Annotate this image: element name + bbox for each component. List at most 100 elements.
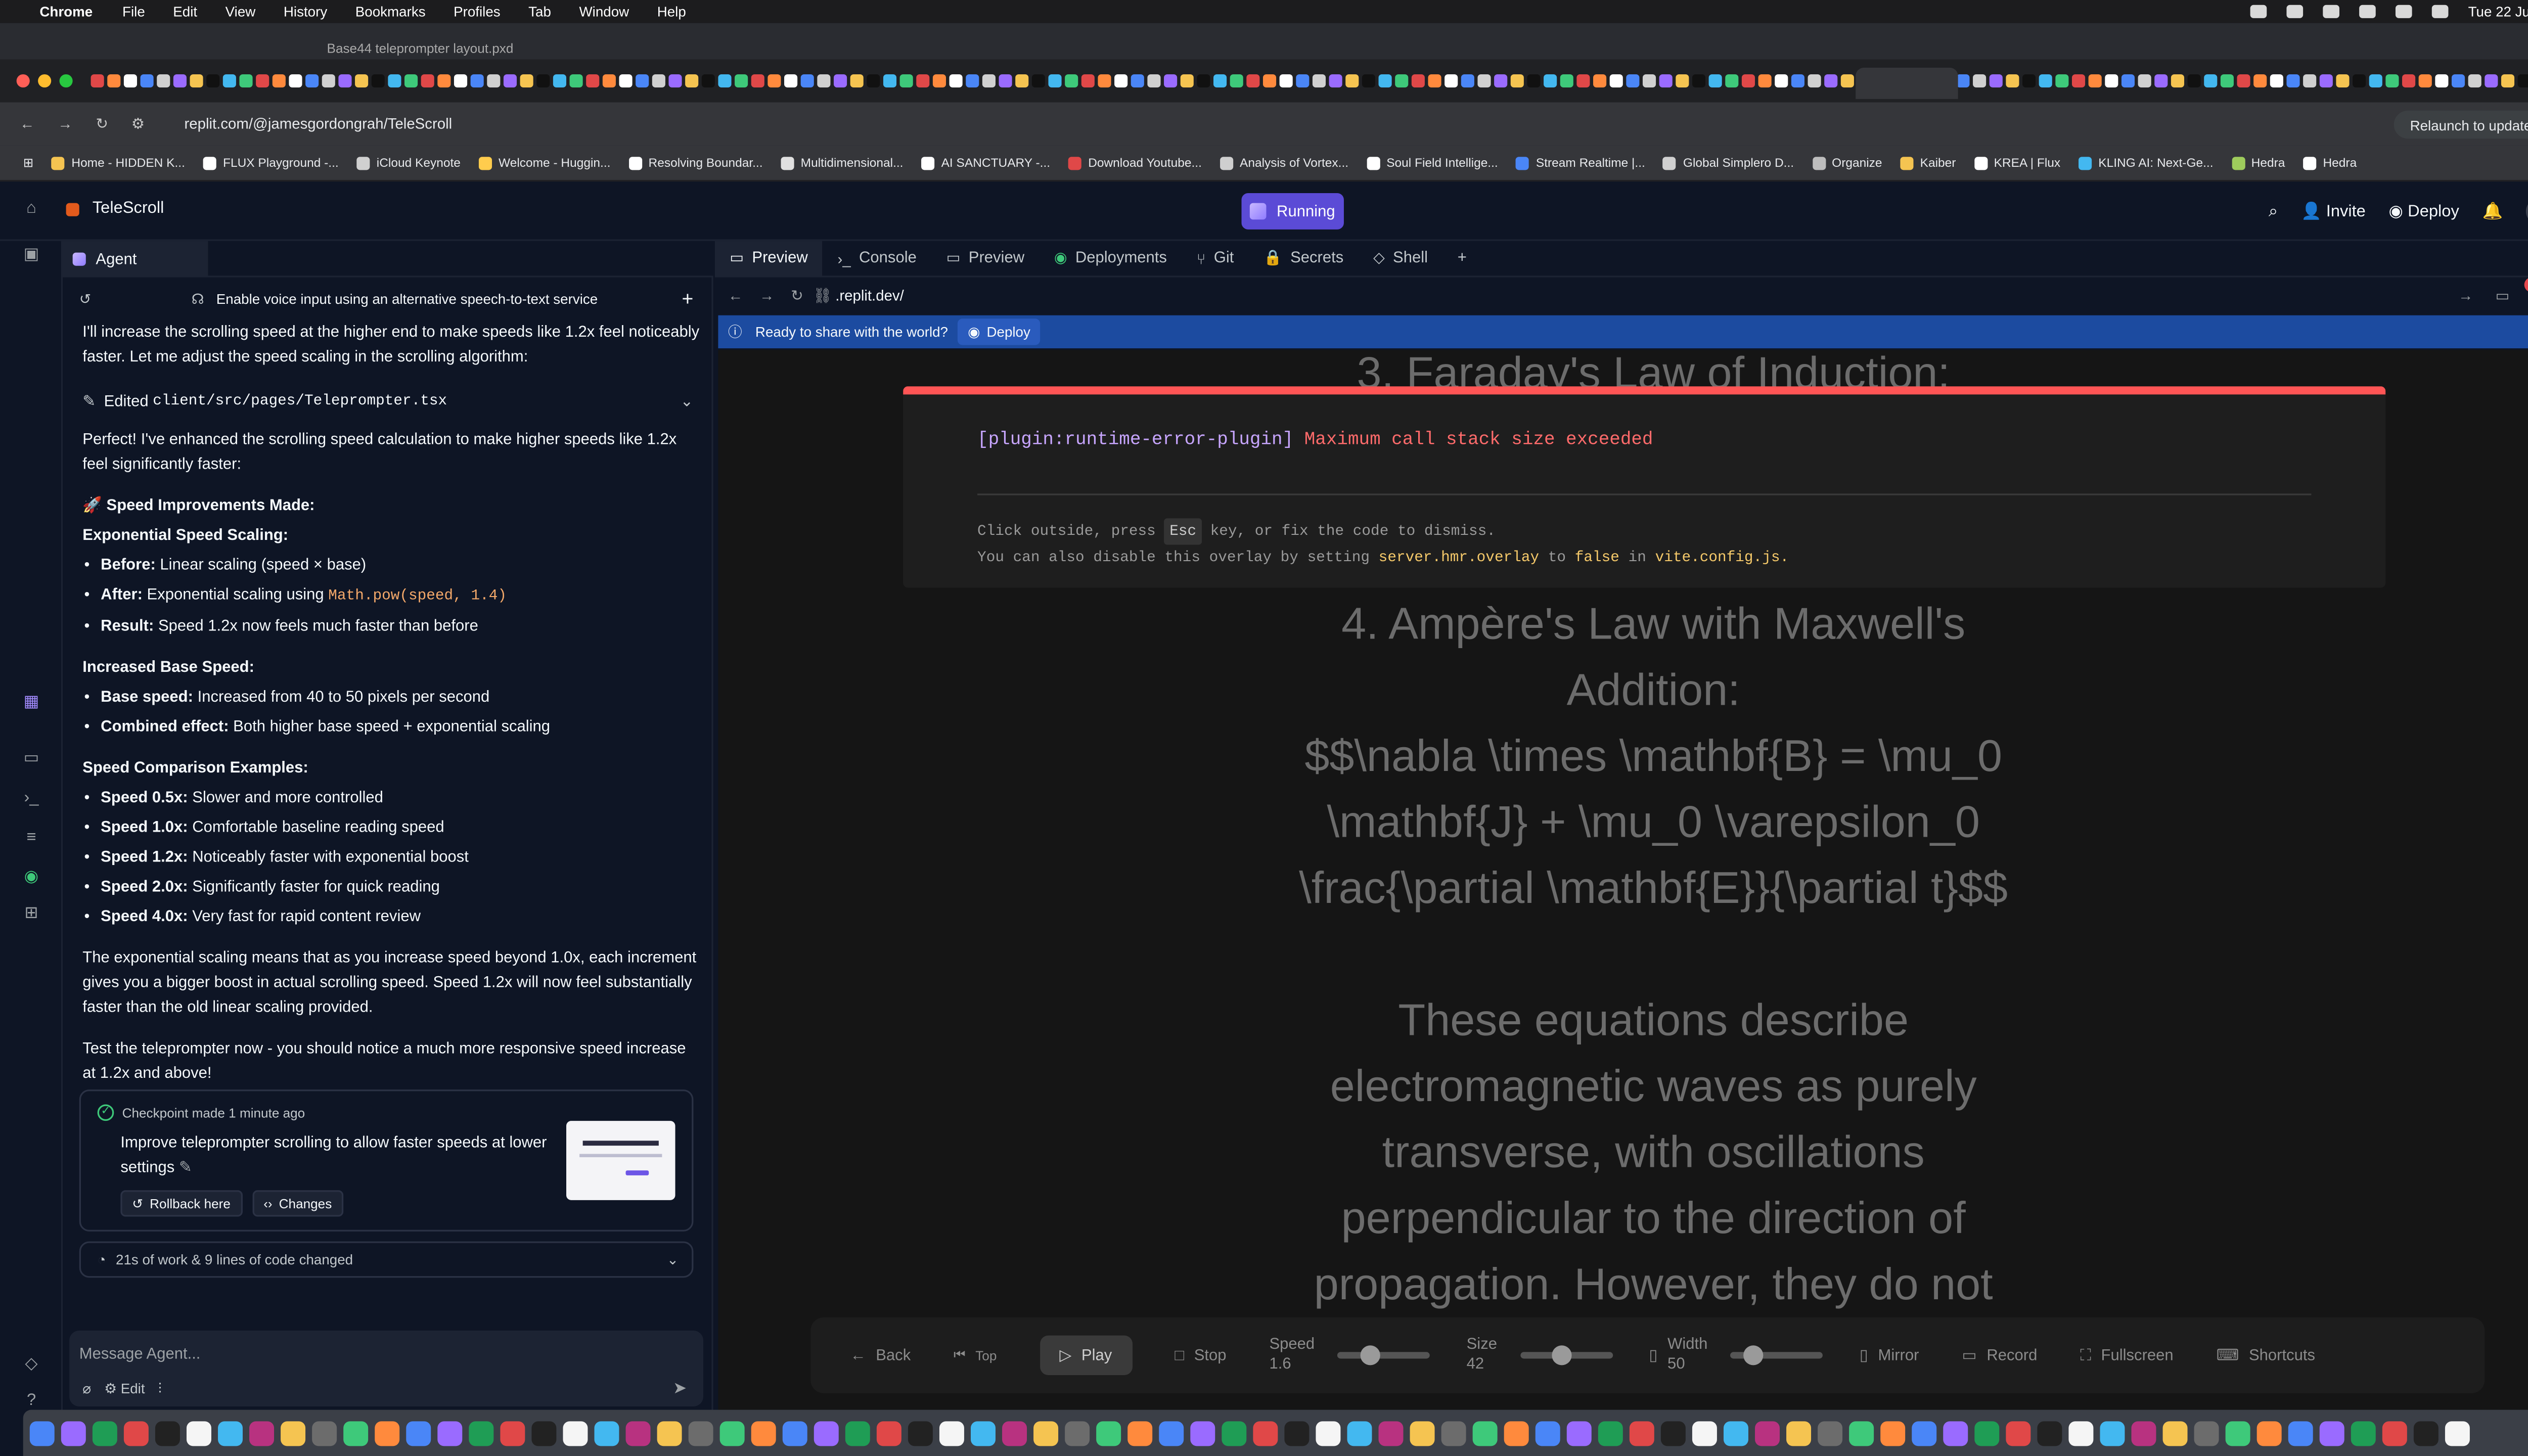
avatar[interactable]: JG: [2525, 198, 2528, 225]
chevron-down-icon[interactable]: ⌄: [667, 1250, 679, 1268]
pencil-icon[interactable]: ✎: [179, 1159, 192, 1177]
dock-app-icon[interactable]: [437, 1420, 463, 1445]
dock-app-icon[interactable]: [1096, 1420, 1121, 1445]
dock-app-icon[interactable]: [1065, 1420, 1090, 1445]
error-overlay[interactable]: [plugin:runtime-error-plugin] Maximum ca…: [903, 386, 2386, 588]
tab-favicon-icon[interactable]: [1609, 74, 1623, 88]
tab-favicon-icon[interactable]: [140, 74, 154, 88]
tab-favicon-icon[interactable]: [718, 74, 732, 88]
dock-app-icon[interactable]: [1504, 1420, 1529, 1445]
dock-app-icon[interactable]: [1033, 1420, 1059, 1445]
dock-app-icon[interactable]: [29, 1420, 55, 1445]
dock-app-icon[interactable]: [1222, 1420, 1247, 1445]
tab-favicon-icon[interactable]: [1395, 74, 1409, 88]
dock-app-icon[interactable]: [1880, 1420, 1906, 1445]
bookmark-item[interactable]: Stream Realtime |...: [1516, 155, 1645, 170]
tab-favicon-icon[interactable]: [1989, 74, 2003, 88]
tab-favicon-icon[interactable]: [1461, 74, 1474, 88]
forward-arrow-icon[interactable]: →: [58, 116, 72, 132]
database-icon[interactable]: ≡: [21, 829, 41, 848]
tab-favicon-icon[interactable]: [2286, 74, 2300, 88]
invite-button[interactable]: 👤 Invite: [2301, 202, 2366, 220]
devices-icon[interactable]: ▭: [2495, 287, 2509, 305]
tab-favicon-icon[interactable]: [553, 74, 566, 88]
speed-slider-knob[interactable]: [1360, 1345, 1380, 1366]
tab-favicon-icon[interactable]: [2303, 74, 2317, 88]
agent-icon[interactable]: ▦: [21, 693, 41, 713]
record-button[interactable]: ▭ Record: [1962, 1346, 2037, 1364]
tab-favicon-icon[interactable]: [1824, 74, 1838, 88]
tab-favicon-icon[interactable]: [1642, 74, 1656, 88]
mirror-button[interactable]: ▯ Mirror: [1860, 1346, 1919, 1364]
menu-window[interactable]: Window: [579, 4, 629, 20]
bookmark-item[interactable]: Multidimensional...: [781, 155, 903, 170]
tab-favicon-icon[interactable]: [1544, 74, 1557, 88]
dock-app-icon[interactable]: [2225, 1420, 2250, 1445]
tab-favicon-icon[interactable]: [1262, 74, 1277, 88]
tab-favicon-icon[interactable]: [1758, 74, 1772, 88]
tab-favicon-icon[interactable]: [1312, 74, 1326, 88]
tab-favicon-icon[interactable]: [2336, 74, 2350, 88]
bookmark-item[interactable]: Home - HIDDEN K...: [52, 155, 185, 170]
dock-app-icon[interactable]: [1347, 1420, 1372, 1445]
menu-app-name[interactable]: Chrome: [39, 4, 93, 20]
tab-favicon-icon[interactable]: [2121, 74, 2135, 88]
tab-favicon-icon[interactable]: [1081, 74, 1095, 88]
tab-favicon-icon[interactable]: [2485, 74, 2498, 88]
dock-app-icon[interactable]: [2068, 1420, 2094, 1445]
tab-favicon-icon[interactable]: [1114, 74, 1128, 88]
tab-secrets[interactable]: 🔒 Secrets: [1249, 240, 1359, 277]
tab-favicon-icon[interactable]: [256, 74, 269, 88]
url-field[interactable]: replit.com/@jamesgordongrah/TeleScroll: [184, 116, 452, 132]
notifications-icon[interactable]: 🔔: [2482, 202, 2503, 220]
bookmark-item[interactable]: Hedra: [2231, 155, 2285, 170]
tab-favicon-icon[interactable]: [355, 74, 369, 88]
dock-app-icon[interactable]: [1127, 1420, 1153, 1445]
dock-app-icon[interactable]: [1629, 1420, 1654, 1445]
tab-favicon-icon[interactable]: [2171, 74, 2184, 88]
dock-app-icon[interactable]: [2194, 1420, 2219, 1445]
tab-favicon-icon[interactable]: [2451, 74, 2465, 88]
tab-favicon-icon[interactable]: [1131, 74, 1144, 88]
changes-button[interactable]: ‹› Changes: [252, 1190, 344, 1217]
tab-favicon-icon[interactable]: [157, 74, 170, 88]
tab-favicon-icon[interactable]: [999, 74, 1012, 88]
dock-app-icon[interactable]: [1159, 1420, 1184, 1445]
wifi-icon[interactable]: [2359, 5, 2376, 18]
active-tab[interactable]: [1856, 67, 1958, 99]
forward-arrow-icon[interactable]: →: [759, 287, 774, 304]
tab-favicon-icon[interactable]: [1808, 74, 1821, 88]
tab-favicon-icon[interactable]: [1676, 74, 1689, 88]
tab-favicon-icon[interactable]: [1411, 74, 1425, 88]
search-icon[interactable]: [2395, 5, 2412, 18]
tab-favicon-icon[interactable]: [800, 74, 814, 88]
tab-favicon-icon[interactable]: [2022, 74, 2036, 88]
message-input[interactable]: [79, 1340, 624, 1367]
dock-app-icon[interactable]: [1598, 1420, 1623, 1445]
tab-favicon-icon[interactable]: [2055, 74, 2069, 88]
help-icon[interactable]: ?: [21, 1392, 41, 1412]
dock-app-icon[interactable]: [249, 1420, 275, 1445]
top-button[interactable]: ⏮ Top: [954, 1347, 997, 1363]
dock-app-icon[interactable]: [1660, 1420, 1686, 1445]
tab-favicon-icon[interactable]: [817, 74, 831, 88]
tab-favicon-icon[interactable]: [2204, 74, 2218, 88]
dock-app-icon[interactable]: [1755, 1420, 1780, 1445]
tab-favicon-icon[interactable]: [1741, 74, 1755, 88]
tab-favicon-icon[interactable]: [1576, 74, 1590, 88]
tab-favicon-icon[interactable]: [1477, 74, 1491, 88]
dock-app-icon[interactable]: [782, 1420, 807, 1445]
tab-favicon-icon[interactable]: [305, 74, 319, 88]
add-tab-button[interactable]: +: [1442, 240, 1481, 277]
dock-app-icon[interactable]: [2382, 1420, 2407, 1445]
search-icon[interactable]: ⌕: [2269, 202, 2278, 220]
tab-favicon-icon[interactable]: [322, 74, 335, 88]
apps-grid-icon[interactable]: ⊞: [23, 155, 34, 170]
control-center-icon[interactable]: [2431, 5, 2449, 18]
size-slider-knob[interactable]: [1552, 1345, 1572, 1366]
back-arrow-icon[interactable]: ←: [728, 287, 743, 304]
dock-app-icon[interactable]: [908, 1420, 933, 1445]
dock-app-icon[interactable]: [1818, 1420, 1843, 1445]
tab-favicon-icon[interactable]: [206, 74, 220, 88]
dock-app-icon[interactable]: [657, 1420, 682, 1445]
